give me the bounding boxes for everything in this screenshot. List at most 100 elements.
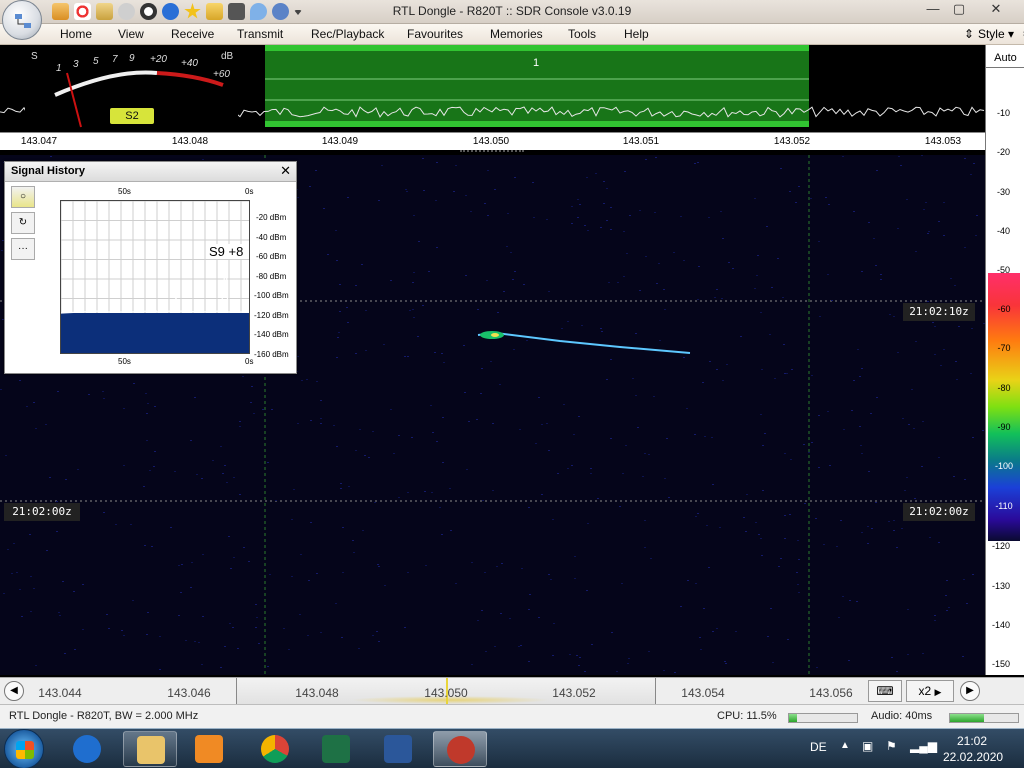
taskbar-file-explorer[interactable] bbox=[123, 731, 177, 767]
clock-date[interactable]: 22.02.2020 bbox=[943, 750, 1003, 764]
noise-speck bbox=[481, 368, 483, 369]
noise-speck bbox=[477, 620, 479, 621]
noise-speck bbox=[871, 528, 873, 529]
noise-speck bbox=[501, 563, 503, 564]
menu-bar: Home View Receive Transmit Rec/Playback … bbox=[0, 24, 1024, 45]
noise-speck bbox=[533, 217, 535, 218]
more-button[interactable]: ··· bbox=[11, 238, 35, 260]
noise-speck bbox=[233, 557, 235, 558]
scroll-right-button[interactable]: ▶ bbox=[960, 681, 980, 701]
noise-speck bbox=[147, 612, 149, 613]
noise-speck bbox=[934, 354, 936, 355]
noise-speck bbox=[697, 299, 699, 300]
level-scale[interactable]: Auto -10 -20 -30 -40 -50 -60 -70 -80 -90… bbox=[985, 45, 1024, 675]
menu-memories[interactable]: Memories bbox=[490, 27, 543, 41]
network-icon[interactable]: ▂▄▆ bbox=[910, 739, 937, 753]
app-menu-button[interactable] bbox=[2, 0, 42, 40]
noise-speck bbox=[911, 389, 913, 390]
taskbar-word[interactable] bbox=[371, 731, 425, 767]
color-tick: -90 bbox=[997, 422, 1011, 432]
noise-speck bbox=[797, 540, 799, 541]
spectrum-tick: 143.052 bbox=[773, 136, 811, 147]
scroll-left-button[interactable]: ◀ bbox=[4, 681, 24, 701]
noise-speck bbox=[818, 467, 820, 468]
noise-speck bbox=[346, 307, 348, 308]
noise-speck bbox=[948, 607, 950, 608]
reset-button[interactable]: ↻ bbox=[11, 212, 35, 234]
noise-speck bbox=[764, 433, 766, 434]
language-indicator[interactable]: DE bbox=[810, 740, 827, 754]
start-button[interactable] bbox=[4, 729, 44, 768]
noise-speck bbox=[133, 383, 135, 384]
noise-speck bbox=[507, 213, 509, 214]
noise-speck bbox=[623, 231, 625, 232]
taskbar-sdr-console[interactable] bbox=[433, 731, 487, 767]
noise-speck bbox=[756, 275, 758, 276]
maximize-button[interactable]: ▢ bbox=[946, 0, 972, 20]
noise-speck bbox=[336, 446, 338, 447]
style-menu[interactable]: ⇕Style ▾ ⚙ bbox=[964, 26, 1024, 43]
clock-time[interactable]: 21:02 bbox=[957, 734, 987, 748]
noise-speck bbox=[185, 640, 187, 641]
noise-speck bbox=[514, 177, 516, 178]
noise-speck bbox=[358, 648, 360, 649]
menu-home[interactable]: Home bbox=[60, 27, 92, 41]
noise-speck bbox=[439, 507, 441, 508]
noise-speck bbox=[62, 581, 64, 582]
noise-speck bbox=[934, 615, 936, 616]
noise-speck bbox=[267, 462, 269, 463]
taskbar-internet-explorer[interactable] bbox=[60, 731, 114, 767]
noise-speck bbox=[901, 528, 903, 529]
noise-speck bbox=[65, 479, 67, 480]
noise-speck bbox=[782, 297, 784, 298]
minimize-button[interactable]: — bbox=[920, 0, 946, 20]
splitter-handle[interactable] bbox=[460, 150, 524, 154]
auto-button[interactable]: Auto bbox=[986, 52, 1024, 64]
noise-speck bbox=[653, 396, 655, 397]
menu-view[interactable]: View bbox=[118, 27, 144, 41]
noise-speck bbox=[455, 583, 457, 584]
noise-speck bbox=[443, 362, 445, 363]
noise-speck bbox=[635, 333, 637, 334]
noise-speck bbox=[683, 357, 685, 358]
noise-speck bbox=[477, 309, 479, 310]
noise-speck bbox=[123, 635, 125, 636]
flag-icon[interactable]: ⚑ bbox=[886, 739, 897, 753]
menu-tools[interactable]: Tools bbox=[568, 27, 596, 41]
noise-speck bbox=[59, 615, 61, 616]
frequency-bar[interactable]: ◀ 143.044 143.046 143.048 143.050 143.05… bbox=[0, 677, 1024, 704]
taskbar-media-player[interactable] bbox=[182, 731, 236, 767]
menu-rec-playback[interactable]: Rec/Playback bbox=[311, 27, 384, 41]
zoom-button[interactable]: x2 ▶ bbox=[906, 680, 954, 702]
noise-speck bbox=[927, 233, 929, 234]
noise-speck bbox=[267, 666, 269, 667]
show-hidden-icons[interactable]: ▲ bbox=[840, 740, 850, 751]
noise-speck bbox=[82, 584, 84, 585]
noise-speck bbox=[196, 474, 198, 475]
menu-help[interactable]: Help bbox=[624, 27, 649, 41]
noise-speck bbox=[617, 282, 619, 283]
menu-receive[interactable]: Receive bbox=[171, 27, 214, 41]
spectrum-frequency-ruler[interactable]: 143.047 143.048 143.049 143.050 143.051 … bbox=[0, 132, 985, 150]
keyboard-button[interactable]: ⌨ bbox=[868, 680, 902, 702]
noise-speck bbox=[595, 173, 597, 174]
noise-speck bbox=[610, 207, 612, 208]
close-button[interactable]: ✕ bbox=[974, 0, 1018, 20]
menu-favourites[interactable]: Favourites bbox=[407, 27, 463, 41]
spectrum-tick: 143.053 bbox=[924, 136, 962, 147]
record-button[interactable]: ○ bbox=[11, 186, 35, 208]
close-icon[interactable]: ✕ bbox=[280, 163, 291, 179]
menu-transmit[interactable]: Transmit bbox=[237, 27, 283, 41]
taskbar-chrome[interactable] bbox=[248, 731, 302, 767]
taskbar-excel[interactable] bbox=[309, 731, 363, 767]
noise-speck bbox=[499, 384, 501, 385]
noise-speck bbox=[823, 544, 825, 545]
noise-speck bbox=[810, 198, 812, 199]
noise-speck bbox=[861, 453, 863, 454]
taskbar: DE ▲ ▣ ⚑ ▂▄▆ 21:02 22.02.2020 bbox=[0, 728, 1024, 768]
signal-history-header[interactable]: Signal History ✕ bbox=[5, 162, 296, 182]
color-legend[interactable]: -60 -70 -80 -90 -100 -110 bbox=[988, 273, 1020, 541]
noise-speck bbox=[7, 549, 9, 550]
noise-speck bbox=[811, 375, 813, 376]
tray-device-icon[interactable]: ▣ bbox=[862, 739, 873, 753]
